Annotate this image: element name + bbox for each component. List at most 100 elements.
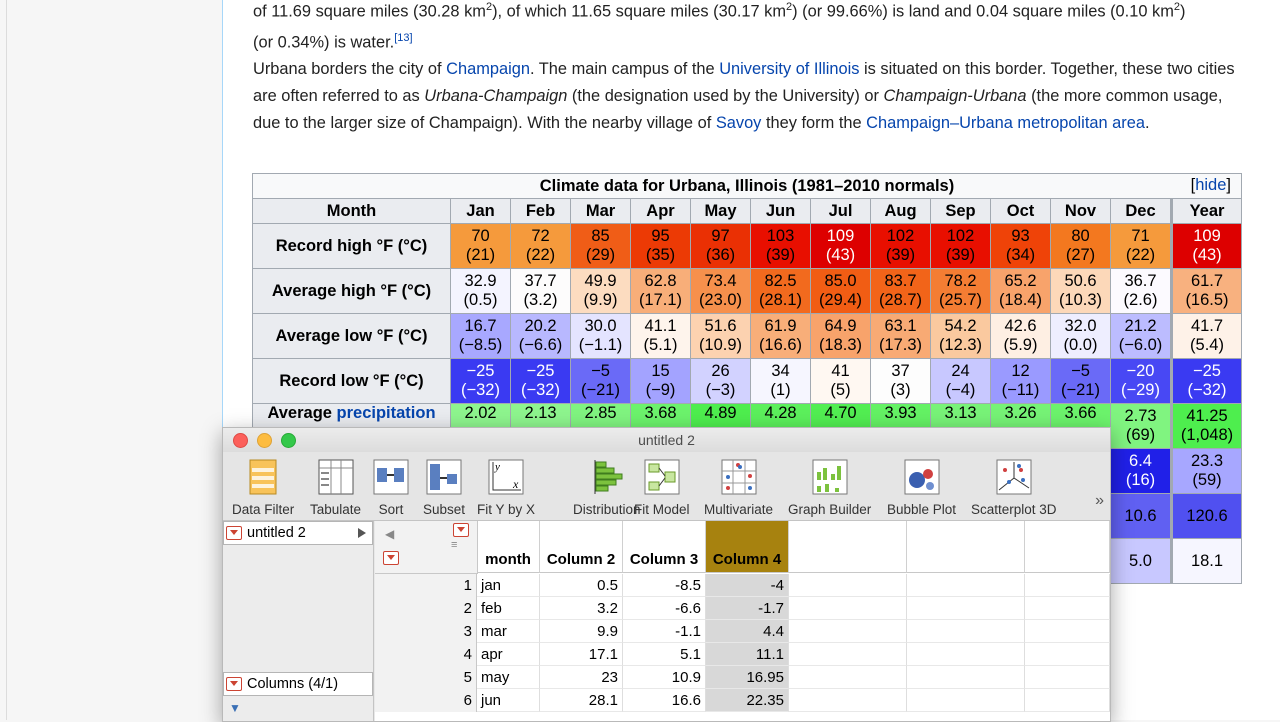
table-cell[interactable]: 9.9 bbox=[540, 620, 623, 643]
tool-tabulate[interactable]: Tabulate bbox=[310, 458, 361, 517]
empty-cell[interactable] bbox=[789, 620, 907, 643]
table-panel-header[interactable]: untitled 2 bbox=[223, 521, 373, 545]
climate-cell: 21.2 (−6.0) bbox=[1110, 313, 1172, 359]
reference-link[interactable]: [13] bbox=[394, 32, 412, 44]
disclosure-menu-icon[interactable] bbox=[226, 677, 242, 692]
hide-toggle[interactable]: [hide] bbox=[1191, 176, 1231, 195]
empty-cell[interactable] bbox=[907, 643, 1025, 666]
table-cell[interactable]: feb bbox=[477, 597, 540, 620]
header-jul: Jul bbox=[810, 198, 871, 224]
table-cell[interactable]: -6.6 bbox=[623, 597, 706, 620]
table-cell[interactable]: 0.5 bbox=[540, 574, 623, 597]
empty-cell[interactable] bbox=[907, 666, 1025, 689]
row-number[interactable]: 1 bbox=[375, 574, 477, 597]
empty-cell[interactable] bbox=[907, 597, 1025, 620]
empty-cell[interactable] bbox=[1025, 643, 1110, 666]
empty-cell[interactable] bbox=[1025, 597, 1110, 620]
empty-column-header[interactable] bbox=[789, 521, 907, 573]
grid-corner[interactable]: ◀ ≡ bbox=[375, 521, 478, 574]
collapse-left-icon[interactable]: ◀ bbox=[385, 527, 394, 541]
empty-cell[interactable] bbox=[789, 666, 907, 689]
table-cell[interactable]: mar bbox=[477, 620, 540, 643]
column-header[interactable]: Column 4 bbox=[706, 521, 789, 573]
empty-column-header[interactable] bbox=[907, 521, 1025, 573]
climate-row: Record low °F (°C) −25 (−32) −25 (−32) −5 (−21… bbox=[252, 358, 1242, 404]
data-grid[interactable]: ◀ ≡ month Column 2 Column 3 Column 4 1 jan 0.5… bbox=[375, 521, 1110, 721]
tool-subset[interactable]: Subset bbox=[423, 458, 465, 517]
table-cell[interactable]: 11.1 bbox=[706, 643, 789, 666]
toolbar-more-icon[interactable]: » bbox=[1095, 492, 1104, 510]
empty-cell[interactable] bbox=[907, 574, 1025, 597]
tool-bubble-plot[interactable]: Bubble Plot bbox=[887, 458, 956, 517]
table-cell[interactable]: 5.1 bbox=[623, 643, 706, 666]
empty-cell[interactable] bbox=[1025, 666, 1110, 689]
empty-column-header[interactable] bbox=[1025, 521, 1110, 573]
tool-scatterplot-3d[interactable]: Scatterplot 3D bbox=[971, 458, 1057, 517]
empty-cell[interactable] bbox=[789, 643, 907, 666]
table-cell[interactable]: 22.35 bbox=[706, 689, 789, 712]
tool-fit-y-by-x[interactable]: y x Fit Y by X bbox=[477, 458, 535, 517]
table-cell[interactable]: jun bbox=[477, 689, 540, 712]
empty-cell[interactable] bbox=[907, 620, 1025, 643]
table-cell[interactable]: 3.2 bbox=[540, 597, 623, 620]
table-cell[interactable]: -1.7 bbox=[706, 597, 789, 620]
column-menu-icon[interactable] bbox=[453, 523, 469, 537]
tool-data-filter[interactable]: Data Filter bbox=[232, 458, 294, 517]
table-cell[interactable]: 4.4 bbox=[706, 620, 789, 643]
disclosure-menu-icon[interactable] bbox=[226, 526, 242, 541]
empty-cell[interactable] bbox=[1025, 620, 1110, 643]
row-header: Record low °F (°C) bbox=[252, 358, 451, 404]
table-cell[interactable]: 10.9 bbox=[623, 666, 706, 689]
empty-cell[interactable] bbox=[789, 689, 907, 712]
table-cell[interactable]: 16.95 bbox=[706, 666, 789, 689]
tool-label: Sort bbox=[378, 502, 404, 517]
table-cell[interactable]: -1.1 bbox=[623, 620, 706, 643]
tool-sort[interactable]: Sort bbox=[372, 458, 410, 517]
row-menu-icon[interactable] bbox=[383, 551, 399, 565]
row-number[interactable]: 5 bbox=[375, 666, 477, 689]
link-metro-area[interactable]: Champaign–Urbana metropolitan area bbox=[866, 114, 1145, 132]
table-cell[interactable]: 28.1 bbox=[540, 689, 623, 712]
row-number[interactable]: 4 bbox=[375, 643, 477, 666]
climate-cell: 102 (39) bbox=[870, 223, 931, 269]
filter-funnel-icon[interactable]: ▼ bbox=[229, 701, 241, 715]
tool-distribution[interactable]: Distribution bbox=[573, 458, 641, 517]
empty-cell[interactable] bbox=[789, 574, 907, 597]
empty-cell[interactable] bbox=[789, 597, 907, 620]
jmp-window[interactable]: untitled 2 » Data Filter Tabulate Sort Subs… bbox=[222, 427, 1111, 722]
column-header[interactable]: Column 2 bbox=[540, 521, 623, 573]
link-university-of-illinois[interactable]: University of Illinois bbox=[719, 60, 859, 78]
table-cell[interactable]: apr bbox=[477, 643, 540, 666]
tool-fit-model[interactable]: Fit Model bbox=[634, 458, 690, 517]
link-savoy[interactable]: Savoy bbox=[716, 114, 762, 132]
empty-cell[interactable] bbox=[1025, 689, 1110, 712]
window-titlebar[interactable]: untitled 2 bbox=[223, 428, 1110, 452]
climate-cell: 36.7 (2.6) bbox=[1110, 268, 1172, 314]
table-cell[interactable]: 23 bbox=[540, 666, 623, 689]
table-cell[interactable]: -4 bbox=[706, 574, 789, 597]
table-cell[interactable]: 16.6 bbox=[623, 689, 706, 712]
climate-cell: 61.7 (16.5) bbox=[1170, 268, 1242, 314]
climate-cell: 24 (−4) bbox=[930, 358, 991, 404]
tool-graph-builder[interactable]: Graph Builder bbox=[788, 458, 871, 517]
climate-cell: 34 (1) bbox=[750, 358, 811, 404]
table-cell[interactable]: -8.5 bbox=[623, 574, 706, 597]
link-champaign[interactable]: Champaign bbox=[446, 60, 530, 78]
table-cell[interactable]: jan bbox=[477, 574, 540, 597]
climate-cell: 32.9 (0.5) bbox=[450, 268, 511, 314]
columns-panel-header[interactable]: Columns (4/1) bbox=[223, 672, 373, 696]
tool-multivariate[interactable]: Multivariate bbox=[704, 458, 773, 517]
table-cell[interactable]: may bbox=[477, 666, 540, 689]
row-number[interactable]: 3 bbox=[375, 620, 477, 643]
table-cell[interactable]: 17.1 bbox=[540, 643, 623, 666]
column-header[interactable]: month bbox=[477, 521, 540, 573]
empty-cell[interactable] bbox=[1025, 574, 1110, 597]
empty-cell[interactable] bbox=[907, 689, 1025, 712]
run-script-icon[interactable] bbox=[358, 528, 366, 538]
row-number[interactable]: 2 bbox=[375, 597, 477, 620]
climate-cell: 10.6 bbox=[1110, 493, 1172, 539]
climate-cell: 51.6 (10.9) bbox=[690, 313, 751, 359]
row-number[interactable]: 6 bbox=[375, 689, 477, 712]
column-header[interactable]: Column 3 bbox=[623, 521, 706, 573]
link-precipitation[interactable]: precipitation bbox=[337, 404, 436, 422]
